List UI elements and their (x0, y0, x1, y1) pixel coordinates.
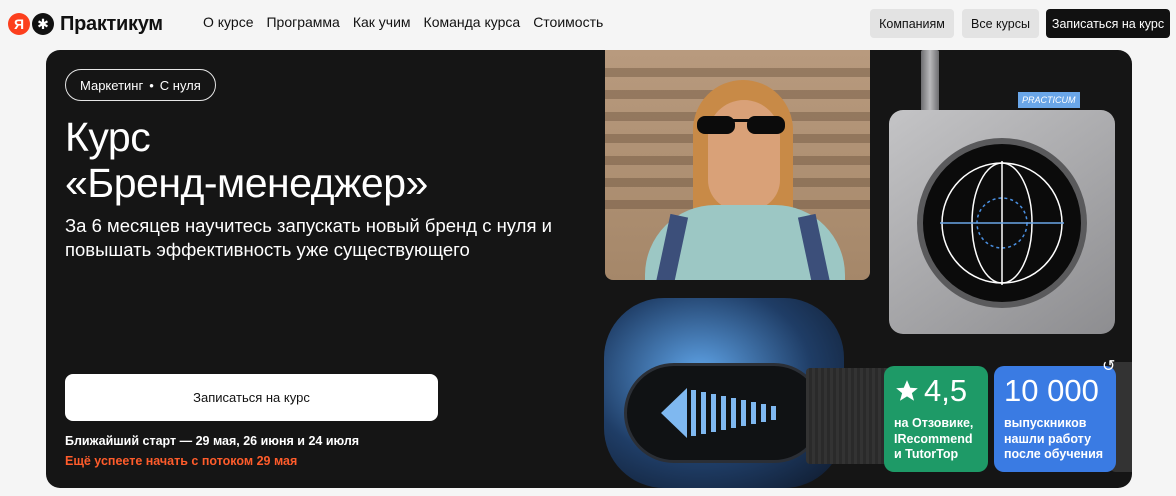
chip-separator: • (149, 77, 154, 93)
header-signup-button[interactable]: Записаться на курс (1046, 9, 1170, 38)
hero-banner: Маркетинг • С нуля Курс «Бренд-менеджер»… (46, 50, 1132, 488)
nav-program[interactable]: Программа (266, 14, 339, 30)
device-cable (921, 50, 939, 112)
device-illustration (889, 110, 1115, 334)
rating-caption: на Отзовике, IRecommend и TutorTop (894, 416, 974, 461)
student-photo (605, 50, 870, 280)
logo[interactable]: Я ✱ Практикум (8, 12, 163, 36)
graduates-caption: выпускников нашли работу после обучения (1004, 416, 1104, 461)
refresh-icon[interactable]: ↺ (1102, 356, 1115, 376)
signup-button[interactable]: Записаться на курс (65, 374, 438, 421)
main-nav: О курсе Программа Как учим Команда курса… (203, 14, 603, 30)
chip-level: С нуля (159, 77, 201, 93)
globe-icon (940, 161, 1064, 285)
nav-price[interactable]: Стоимость (533, 14, 603, 30)
graduates-value: 10 000 (1004, 373, 1099, 408)
sunglasses-icon (697, 116, 785, 134)
page-title: Курс «Бренд-менеджер» (65, 114, 428, 206)
nav-how-we-teach[interactable]: Как учим (353, 14, 411, 30)
asterisk-logo-icon: ✱ (32, 13, 54, 35)
wearable-band (806, 368, 896, 464)
companies-button[interactable]: Компаниям (870, 9, 954, 38)
graduates-card: 10 000 выпускников нашли работу после об… (994, 366, 1116, 472)
hero-subtitle: За 6 месяцев научитесь запускать новый б… (65, 215, 552, 260)
site-header: Я ✱ Практикум О курсе Программа Как учим… (0, 0, 1176, 48)
star-icon (896, 380, 918, 401)
nearest-start-text: Ближайший старт — 29 мая, 26 июня и 24 и… (65, 434, 360, 448)
course-tags-chip: Маркетинг • С нуля (65, 69, 216, 101)
yandex-logo-icon: Я (8, 13, 30, 35)
title-line-1: Курс (65, 114, 151, 160)
title-line-2: «Бренд-менеджер» (65, 160, 428, 206)
arrow-left-icon (661, 388, 776, 438)
device-tag: PRACTICUM (1018, 92, 1080, 108)
all-courses-button[interactable]: Все курсы (962, 9, 1039, 38)
rating-card: 4,5 на Отзовике, IRecommend и TutorTop (884, 366, 988, 472)
logo-text: Практикум (60, 12, 163, 35)
rating-value: 4,5 (924, 373, 968, 408)
device-screen (917, 138, 1087, 308)
nav-about[interactable]: О курсе (203, 14, 253, 30)
chip-category: Маркетинг (80, 77, 144, 93)
nav-team[interactable]: Команда курса (424, 14, 521, 30)
wearable-screen (624, 363, 824, 463)
rating-value-row: 4,5 (894, 374, 978, 408)
stream-note-text: Ещё успеете начать с потоком 29 мая (65, 454, 298, 468)
